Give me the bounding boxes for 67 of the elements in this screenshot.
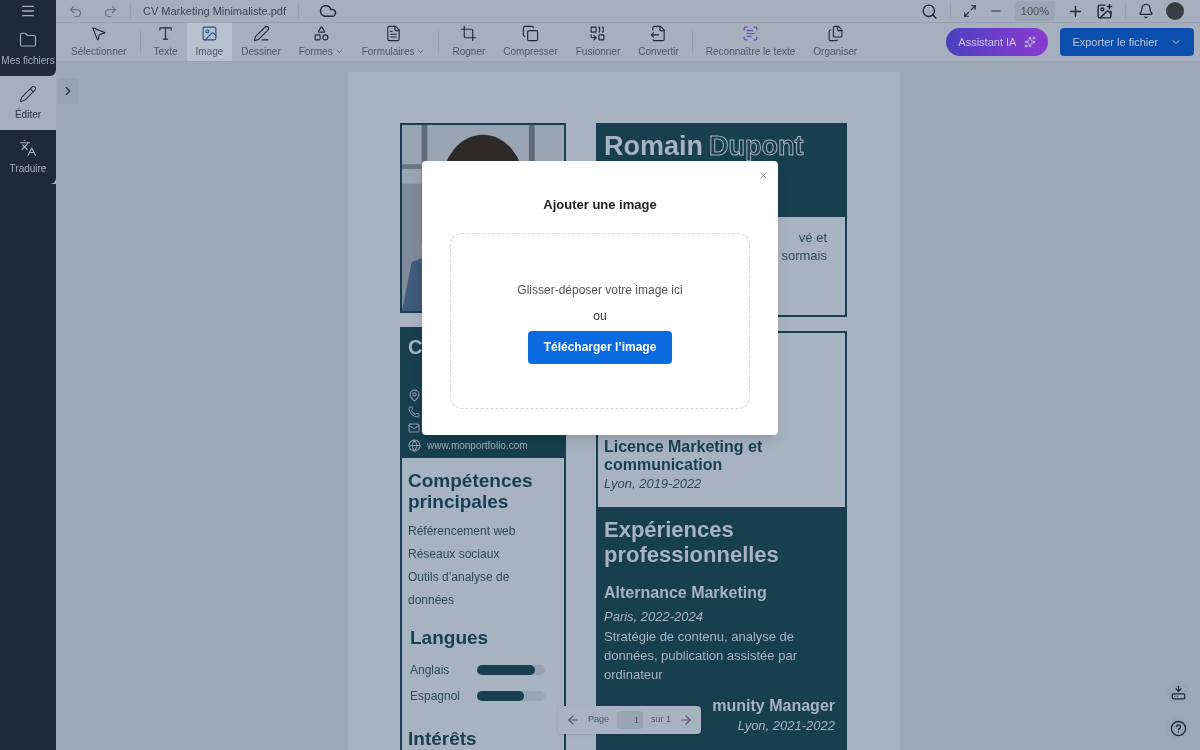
section-heading: Expériences professionnelles [604,517,780,567]
next-page-icon[interactable] [679,713,694,727]
sidebar-item[interactable]: Traduire [0,130,56,184]
expand-icon[interactable] [962,4,977,18]
avatar[interactable] [1166,2,1184,20]
job-title: Alternance Marketing [604,583,768,603]
phone-icon [408,406,420,418]
pen-icon [252,25,270,42]
previous-page-icon[interactable] [566,713,580,727]
job-place: Lyon, 2021-2022 [737,718,836,734]
folder-icon [19,30,37,49]
files-icon [826,25,844,42]
search-icon[interactable] [920,2,938,20]
page-label: Page [588,713,610,727]
scan-text-icon [742,25,760,42]
combine-icon [589,25,607,42]
expand-panel-button[interactable] [58,78,78,104]
language-name: Anglais [410,661,451,679]
skill-text: Réseaux sociaux [408,546,501,563]
drop-text: Glisser-déposer votre image ici [517,281,683,299]
profile-text: vé et [798,229,827,247]
section-heading: Compétences principales [408,470,534,512]
name-title: Dupont [709,133,804,160]
page-field[interactable]: 1 [617,711,644,729]
file-name: CV Marketing Minimaliste.pdf [143,3,287,19]
pencil-icon [19,84,37,103]
pointer-icon [90,25,108,42]
download-icon [1170,684,1186,700]
job-title: munity Manager [712,696,836,716]
crop-icon [460,25,478,42]
squares-icon [522,25,539,42]
assistant-button[interactable]: Assistant IA [946,28,1049,56]
drop-zone[interactable]: Glisser-déposer votre image ici ou Télécharger l’image [450,232,750,409]
image-icon [200,25,218,42]
sparkle-icon [1024,36,1037,48]
section-heading: Langues [410,626,490,650]
export-button[interactable]: Exporter le fichier [1060,28,1194,56]
cloud-icon[interactable] [319,2,338,20]
or-text: ou [593,307,607,325]
dialog-title: Ajouter une image [543,196,657,214]
document-icon [385,25,403,42]
location-icon [408,389,421,402]
menu-icon[interactable] [20,3,36,19]
name-title: Romain [604,133,703,160]
profile-text: sormais [781,247,827,265]
shapes-icon [312,25,330,42]
language-name: Espagnol [410,687,462,705]
skill-text: Référencement web [408,523,517,540]
upload-button[interactable]: Télécharger l’image [527,330,673,364]
skill-text: Outils d’analyse de données [408,569,511,609]
bell-icon[interactable] [1138,3,1154,19]
education-place: Lyon, 2019-2022 [604,474,703,493]
help-icon [1169,719,1187,737]
job-place: Paris, 2022-2024 [604,609,704,625]
text-icon [157,25,175,42]
translate-icon [19,138,37,157]
file-export-icon [650,25,667,42]
sidebar-item[interactable]: Mes fichiers [0,22,56,76]
mail-icon [408,422,420,434]
zoom-field[interactable]: 100% [1014,0,1055,22]
page-total: sur 1 [651,713,672,727]
education-title: Licence Marketing et communication [604,437,764,474]
section-heading: Intérêts [408,726,478,750]
globe-icon [408,439,421,452]
job-description: Stratégie de contenu, analyse de données, publication assistée par ordinateur [604,628,798,684]
tool-button[interactable]: Image [186,23,233,61]
website-text: www.monportfolio.com [427,439,528,453]
